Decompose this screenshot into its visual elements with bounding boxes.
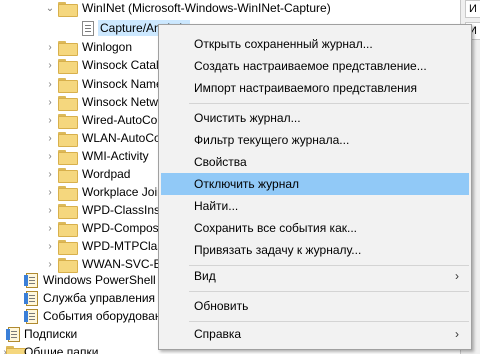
menu-item-create-custom-view[interactable]: Создать настраиваемое представление... <box>161 55 469 77</box>
expand-chevron-icon[interactable]: › <box>45 200 55 220</box>
expand-chevron-icon[interactable]: › <box>45 236 55 256</box>
event-log-icon <box>24 309 38 324</box>
context-menu: Открыть сохраненный журнал... Создать на… <box>158 24 472 350</box>
expand-chevron-icon[interactable]: › <box>45 110 55 130</box>
expand-chevron-icon[interactable]: › <box>45 164 55 184</box>
expand-chevron-icon[interactable]: › <box>45 128 55 148</box>
expand-chevron-icon[interactable]: › <box>45 74 55 94</box>
folder-icon <box>58 222 78 237</box>
event-log-icon <box>24 291 38 306</box>
menu-separator <box>189 103 469 104</box>
menu-item-import-custom-view[interactable]: Импорт настраиваемого представления <box>161 77 469 99</box>
expand-chevron-icon[interactable]: › <box>45 146 55 166</box>
folder-icon <box>58 59 78 74</box>
expand-chevron-icon[interactable]: › <box>45 92 55 112</box>
tree-item-label: Windows PowerShell <box>43 273 156 287</box>
menu-item-help[interactable]: Справка › <box>161 323 469 345</box>
menu-item-label: Создать настраиваемое представление... <box>194 59 427 73</box>
menu-item-properties[interactable]: Свойства <box>161 151 469 173</box>
folder-icon <box>58 132 78 147</box>
tree-item-label: Подписки <box>24 327 78 341</box>
menu-item-clear-log[interactable]: Очистить журнал... <box>161 107 469 129</box>
actions-header: И <box>465 0 480 18</box>
menu-item-open-saved-log[interactable]: Открыть сохраненный журнал... <box>161 33 469 55</box>
menu-item-label: Найти... <box>194 199 239 213</box>
menu-item-save-all-events[interactable]: Сохранить все события как... <box>161 217 469 239</box>
folder-icon <box>58 2 78 17</box>
menu-item-attach-task[interactable]: Привязать задачу к журналу... <box>161 239 469 261</box>
folder-icon <box>58 204 78 219</box>
menu-item-label: Свойства <box>194 155 247 169</box>
menu-item-label: Привязать задачу к журналу... <box>194 243 362 257</box>
expand-chevron-icon[interactable]: ⌄ <box>45 0 55 18</box>
folder-icon <box>58 96 78 111</box>
menu-item-filter-log[interactable]: Фильтр текущего журнала... <box>161 129 469 151</box>
tree-item-label: События оборудования <box>43 309 175 323</box>
tree-item-label: WMI-Activity <box>82 149 149 163</box>
menu-item-label: Отключить журнал <box>194 177 299 191</box>
folder-icon <box>58 240 78 255</box>
expand-chevron-icon[interactable]: › <box>45 55 55 75</box>
tree-item-label: Workplace Join <box>82 185 164 199</box>
menu-separator <box>189 291 469 292</box>
menu-item-label: Справка <box>194 327 242 341</box>
menu-item-label: Очистить журнал... <box>194 111 301 125</box>
folder-icon <box>58 150 78 165</box>
menu-item-disable-log[interactable]: Отключить журнал <box>161 173 469 195</box>
menu-item-label: Обновить <box>194 299 249 313</box>
event-log-icon <box>24 273 38 288</box>
tree-item-label: Общие папки <box>24 345 99 354</box>
expand-chevron-icon[interactable]: › <box>45 254 55 274</box>
folder-icon <box>58 41 78 56</box>
menu-separator <box>189 321 469 322</box>
menu-item-label: Вид <box>194 269 216 283</box>
tree-item-label: Winlogon <box>82 40 133 54</box>
folder-icon <box>58 78 78 93</box>
expand-chevron-icon[interactable]: › <box>45 37 55 57</box>
menu-item-label: Сохранить все события как... <box>194 221 357 235</box>
subscriptions-icon <box>6 327 20 342</box>
menu-item-label: Открыть сохраненный журнал... <box>194 37 373 51</box>
expand-chevron-icon[interactable]: › <box>45 182 55 202</box>
folder-icon <box>58 186 78 201</box>
menu-item-label: Импорт настраиваемого представления <box>194 81 417 95</box>
submenu-arrow-icon: › <box>455 327 459 341</box>
expand-chevron-icon[interactable]: › <box>45 218 55 238</box>
tree-item-label: Wordpad <box>82 167 131 181</box>
folder-icon <box>58 114 78 129</box>
folder-icon <box>58 258 78 273</box>
menu-item-find[interactable]: Найти... <box>161 195 469 217</box>
menu-item-label: Фильтр текущего журнала... <box>194 133 350 147</box>
submenu-arrow-icon: › <box>455 269 459 283</box>
folder-icon <box>58 168 78 183</box>
menu-item-refresh[interactable]: Обновить <box>161 295 469 317</box>
tree-item-label: WinINet (Microsoft-Windows-WinINet-Captu… <box>82 1 331 15</box>
menu-item-view[interactable]: Вид › <box>161 265 469 287</box>
log-icon <box>82 21 94 36</box>
